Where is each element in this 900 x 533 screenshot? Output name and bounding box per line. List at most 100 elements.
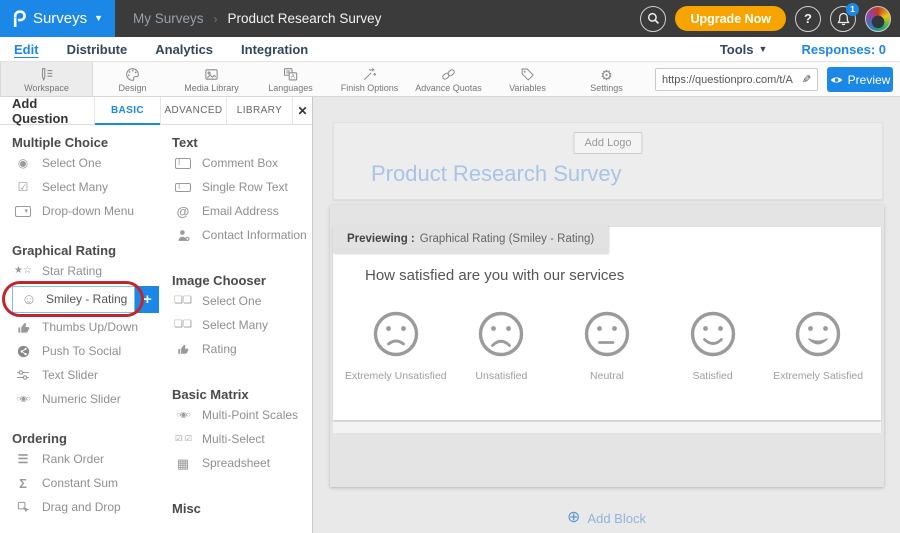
breadcrumb-survey-name: Product Research Survey bbox=[228, 11, 382, 26]
avatar[interactable] bbox=[865, 6, 891, 32]
question-type-image-rating[interactable]: Rating bbox=[172, 337, 310, 361]
question-type-label: Star Rating bbox=[42, 264, 102, 278]
question-type-dropdown-menu[interactable]: ▾ Drop-down Menu bbox=[12, 199, 160, 223]
survey-url-value: https://questionpro.com/t/A bbox=[662, 74, 793, 86]
notification-badge: 1 bbox=[846, 3, 859, 16]
share-icon bbox=[12, 345, 34, 358]
brand-menu[interactable]: Surveys ▼ bbox=[0, 0, 115, 37]
smiley-neutral-icon bbox=[584, 311, 630, 357]
preview-button[interactable]: Preview bbox=[827, 67, 893, 92]
question-type-single-row-text[interactable]: I Single Row Text bbox=[172, 175, 310, 199]
question-type-push-to-social[interactable]: Push To Social bbox=[12, 339, 160, 363]
add-smiley-question-button[interactable]: + bbox=[135, 286, 159, 313]
tab-basic[interactable]: BASIC bbox=[95, 97, 161, 124]
question-type-contact-information[interactable]: Contact Information bbox=[172, 223, 310, 247]
smiley-scale: Extremely Unsatisfied Unsatisfied bbox=[343, 311, 871, 382]
thumb-icon bbox=[172, 343, 194, 355]
survey-header-block[interactable]: Add Logo Product Research Survey bbox=[333, 122, 883, 200]
breadcrumb-my-surveys[interactable]: My Surveys bbox=[133, 11, 204, 26]
grid-icon: ▦ bbox=[172, 457, 194, 470]
question-type-label: Multi-Point Scales bbox=[202, 408, 298, 422]
question-type-label: Select One bbox=[202, 294, 261, 308]
question-type-spreadsheet[interactable]: ▦ Spreadsheet bbox=[172, 451, 310, 475]
question-type-label: Constant Sum bbox=[42, 476, 118, 490]
radio-icon: ◉ bbox=[12, 157, 34, 169]
question-types-column-1: Multiple Choice ◉ Select One ☑ Select Ma… bbox=[12, 125, 160, 519]
smiley-option-extremely-unsatisfied[interactable]: Extremely Unsatisfied bbox=[343, 311, 449, 382]
question-type-constant-sum[interactable]: Σ Constant Sum bbox=[12, 471, 160, 495]
toolbar-label: Languages bbox=[268, 83, 313, 93]
survey-title[interactable]: Product Research Survey bbox=[371, 161, 622, 187]
smiley-option-satisfied[interactable]: Satisfied bbox=[660, 311, 766, 382]
toolbar-media-library[interactable]: Media Library bbox=[172, 62, 251, 96]
notifications-button[interactable]: 1 bbox=[830, 6, 856, 32]
search-button[interactable] bbox=[640, 6, 666, 32]
question-type-label: Rating bbox=[202, 342, 237, 356]
question-type-label: Comment Box bbox=[202, 156, 278, 170]
tab-advanced[interactable]: ADVANCED bbox=[161, 97, 227, 124]
person-icon bbox=[172, 229, 194, 242]
eye-icon bbox=[830, 75, 843, 85]
question-type-image-select-one[interactable]: ❏❏ Select One bbox=[172, 289, 310, 313]
tools-dropdown[interactable]: Tools ▼ bbox=[720, 42, 768, 57]
numeric-slider-icon: ○◉○ bbox=[12, 395, 34, 403]
smiley-unsatisfied-icon bbox=[478, 311, 524, 357]
close-panel-button[interactable]: ✕ bbox=[293, 97, 312, 124]
question-type-multi-select[interactable]: ☑◌☑ Multi-Select bbox=[172, 427, 310, 451]
upgrade-now-button[interactable]: Upgrade Now bbox=[675, 6, 786, 31]
tab-library[interactable]: LIBRARY bbox=[227, 97, 293, 124]
smiley-satisfied-icon bbox=[690, 311, 736, 357]
add-logo-button[interactable]: Add Logo bbox=[573, 132, 642, 154]
toolbar-languages[interactable]: A Languages bbox=[251, 62, 330, 96]
question-type-text-slider[interactable]: Text Slider bbox=[12, 363, 160, 387]
toolbar-label: Variables bbox=[509, 83, 546, 93]
question-type-star-rating[interactable]: ★☆ Star Rating bbox=[12, 259, 160, 283]
question-type-drag-and-drop[interactable]: Drag and Drop bbox=[12, 495, 160, 519]
search-icon bbox=[647, 12, 660, 25]
chevron-down-icon: ▼ bbox=[759, 45, 768, 54]
help-button[interactable]: ? bbox=[795, 6, 821, 32]
question-type-select-many[interactable]: ☑ Select Many bbox=[12, 175, 160, 199]
question-type-email-address[interactable]: @ Email Address bbox=[172, 199, 310, 223]
smiley-rating-button[interactable]: ☺ Smiley - Rating bbox=[12, 286, 135, 313]
question-type-label: Push To Social bbox=[42, 344, 121, 358]
ranked-list-icon: ☰ bbox=[12, 453, 34, 465]
toolbar-variables[interactable]: Variables bbox=[488, 62, 567, 96]
add-block-button[interactable]: ⊕ Add Block bbox=[313, 510, 900, 526]
question-type-comment-box[interactable]: I Comment Box bbox=[172, 151, 310, 175]
question-type-image-select-many[interactable]: ❏❏ Select Many bbox=[172, 313, 310, 337]
question-type-label: Email Address bbox=[202, 204, 279, 218]
tab-analytics[interactable]: Analytics bbox=[141, 42, 227, 57]
smiley-option-extremely-satisfied[interactable]: Extremely Satisfied bbox=[765, 311, 871, 382]
toolbar-advance-quotas[interactable]: Advance Quotas bbox=[409, 62, 488, 96]
tab-integration[interactable]: Integration bbox=[227, 42, 322, 57]
question-type-label: Drop-down Menu bbox=[42, 204, 134, 218]
question-type-numeric-slider[interactable]: ○◉○ Numeric Slider bbox=[12, 387, 160, 411]
question-type-thumbs-up-down[interactable]: Thumbs Up/Down bbox=[12, 315, 160, 339]
tab-edit[interactable]: Edit bbox=[0, 42, 53, 57]
magic-wand-icon bbox=[362, 66, 377, 82]
question-type-multi-point-scales[interactable]: ○◉○ Multi-Point Scales bbox=[172, 403, 310, 427]
breadcrumb: My Surveys › Product Research Survey bbox=[133, 11, 381, 26]
question-card[interactable]: How satisfied are you with our services … bbox=[333, 227, 881, 420]
question-type-label: Select Many bbox=[42, 180, 108, 194]
toolbar-workspace[interactable]: Workspace bbox=[0, 62, 93, 96]
question-type-select-one[interactable]: ◉ Select One bbox=[12, 151, 160, 175]
question-type-label: Numeric Slider bbox=[42, 392, 121, 406]
smiley-label: Extremely Satisfied bbox=[773, 370, 863, 382]
smiley-option-unsatisfied[interactable]: Unsatisfied bbox=[449, 311, 555, 382]
toolbar-finish-options[interactable]: Finish Options bbox=[330, 62, 409, 96]
tab-distribute[interactable]: Distribute bbox=[53, 42, 142, 57]
question-text: How satisfied are you with our services bbox=[365, 267, 624, 284]
smiley-option-neutral[interactable]: Neutral bbox=[554, 311, 660, 382]
drag-cursor-icon bbox=[12, 501, 34, 514]
survey-url-field[interactable]: https://questionpro.com/t/A ✎ bbox=[655, 68, 818, 91]
toolbar-settings[interactable]: ⚙ Settings bbox=[567, 62, 646, 96]
toolbar-label: Settings bbox=[590, 83, 623, 93]
question-type-rank-order[interactable]: ☰ Rank Order bbox=[12, 447, 160, 471]
smiley-label: Satisfied bbox=[692, 370, 732, 382]
responses-count[interactable]: Responses: 0 bbox=[801, 42, 886, 57]
tools-label: Tools bbox=[720, 42, 754, 57]
toolbar-design[interactable]: Design bbox=[93, 62, 172, 96]
edit-url-icon[interactable]: ✎ bbox=[802, 73, 811, 86]
